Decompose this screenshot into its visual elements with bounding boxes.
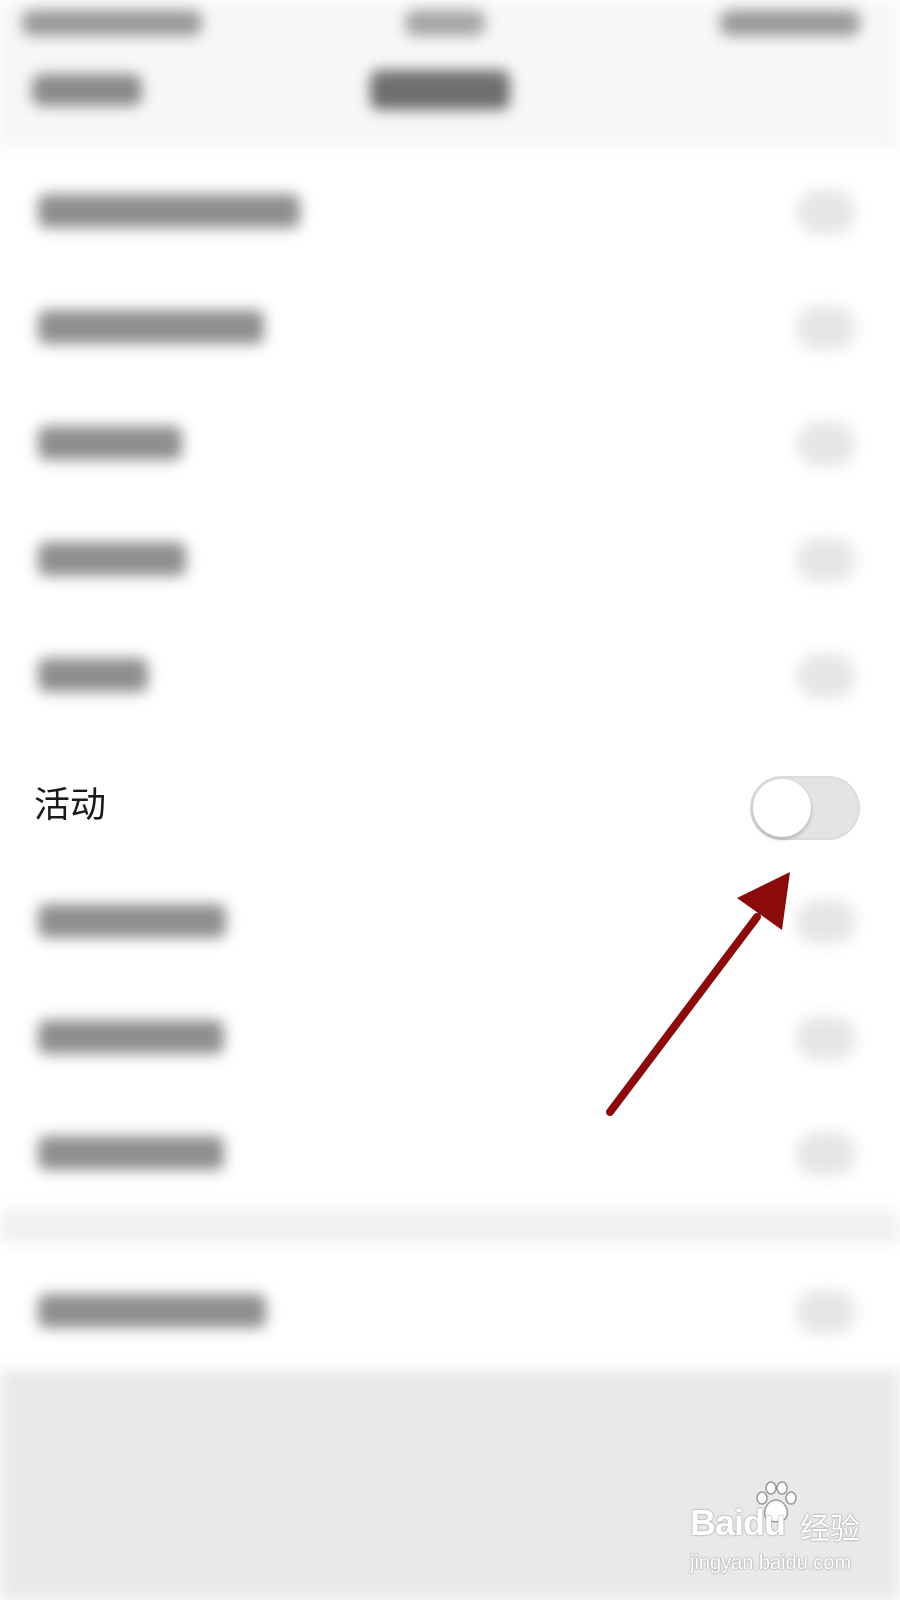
blurred-back-button[interactable]: [32, 74, 142, 106]
blurred-toggle: [796, 306, 856, 350]
blurred-setting-row[interactable]: [0, 270, 900, 386]
watermark-brand: Baidu: [690, 1502, 786, 1543]
blurred-row-label: [38, 426, 182, 460]
blurred-row-label: [38, 1136, 224, 1170]
blurred-status-bar-center: [405, 10, 485, 36]
baidu-jingyan-watermark: Baidu 经验 jingyan.baidu.com: [690, 1480, 880, 1590]
blurred-toggle: [796, 1016, 856, 1060]
blurred-setting-row[interactable]: [0, 1254, 900, 1370]
watermark-url: jingyan.baidu.com: [690, 1552, 852, 1574]
blurred-toggle: [796, 900, 856, 944]
blurred-setting-row[interactable]: [0, 1096, 900, 1212]
blurred-setting-row[interactable]: [0, 386, 900, 502]
blurred-status-bar-left: [22, 10, 202, 36]
blurred-setting-row[interactable]: [0, 980, 900, 1096]
blurred-toggle: [796, 538, 856, 582]
blurred-toggle: [796, 1132, 856, 1176]
blurred-row-label: [38, 194, 300, 228]
blurred-page-title: [370, 70, 510, 110]
blurred-row-label: [38, 904, 226, 938]
blurred-row-label: [38, 1294, 266, 1328]
toggle-knob: [753, 779, 811, 837]
blurred-status-bar-right: [720, 10, 860, 36]
blurred-toggle: [796, 654, 856, 698]
blurred-setting-row[interactable]: [0, 502, 900, 618]
blurred-row-label: [38, 1020, 224, 1054]
blurred-toggle: [796, 190, 856, 234]
blurred-row-label: [38, 310, 264, 344]
activity-toggle[interactable]: [750, 776, 860, 840]
blurred-row-label: [38, 542, 186, 576]
blurred-setting-row[interactable]: [0, 864, 900, 980]
setting-row-activity: 活动: [0, 748, 900, 864]
blurred-header: [0, 0, 900, 150]
section-divider: [0, 1210, 900, 1244]
blurred-row-label: [38, 658, 148, 692]
blurred-toggle: [796, 1290, 856, 1334]
activity-label: 活动: [34, 785, 107, 826]
blurred-toggle: [796, 422, 856, 466]
settings-screen: 活动 Baidu 经验 jingyan.baidu.com: [0, 0, 900, 1600]
blurred-setting-row[interactable]: [0, 154, 900, 270]
watermark-product: 经验: [800, 1512, 860, 1547]
blurred-setting-row[interactable]: [0, 618, 900, 734]
